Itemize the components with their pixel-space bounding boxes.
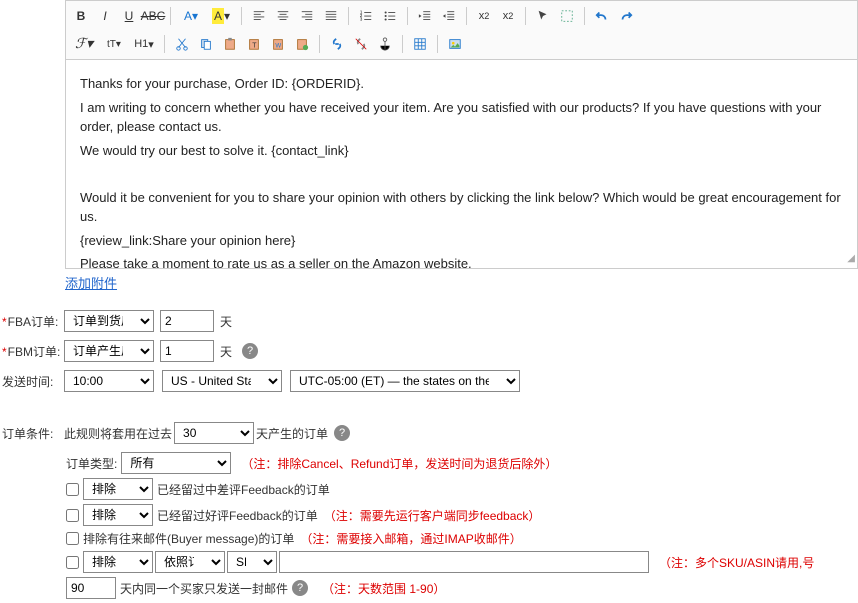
align-center-icon[interactable] — [272, 5, 294, 27]
svg-text:W: W — [275, 43, 281, 50]
cond1-text: 已经留过中差评Feedback的订单 — [157, 481, 330, 498]
fbm-trigger-select[interactable]: 订单产生后 — [64, 340, 154, 362]
svg-text:T: T — [252, 43, 257, 50]
table-icon[interactable] — [409, 33, 431, 55]
align-justify-icon[interactable] — [320, 5, 342, 27]
sendtime-time-select[interactable]: 10:00 — [64, 370, 154, 392]
editor-line: We would try our best to solve it. {cont… — [80, 141, 843, 161]
highlight-icon[interactable]: A▾ — [207, 5, 235, 27]
image-icon[interactable] — [444, 33, 466, 55]
bold-icon[interactable]: B — [70, 5, 92, 27]
outdent-icon[interactable] — [414, 5, 436, 27]
cond5-days-input[interactable] — [66, 577, 116, 599]
conditions-label: 订单条件: — [2, 425, 64, 442]
fba-days-input[interactable] — [160, 310, 214, 332]
cond3-note: （注：需要接入邮箱，通过IMAP收邮件） — [300, 530, 521, 547]
order-type-note: （注：排除Cancel、Refund订单，发送时间为退货后除外） — [241, 455, 557, 472]
font-family-icon[interactable]: ℱ▾ — [70, 33, 98, 55]
cond2-text: 已经留过好评Feedback的订单 — [157, 507, 318, 524]
fba-label: FBA订单: — [2, 313, 64, 330]
indent-icon[interactable] — [438, 5, 460, 27]
fba-unit: 天 — [220, 313, 232, 330]
editor-line: Thanks for your purchase, Order ID: {ORD… — [80, 74, 843, 94]
strike-icon[interactable]: ABC — [142, 5, 164, 27]
underline-icon[interactable]: U — [118, 5, 140, 27]
align-left-icon[interactable] — [248, 5, 270, 27]
superscript-icon[interactable]: x2 — [473, 5, 495, 27]
resize-handle-icon[interactable]: ◢ — [847, 251, 855, 266]
paste-word-icon[interactable]: W — [267, 33, 289, 55]
editor-line: {review_link:Share your opinion here} — [80, 231, 843, 251]
help-icon[interactable]: ? — [334, 425, 350, 441]
cond1-checkbox[interactable] — [66, 483, 79, 496]
rule-suffix: 天产生的订单 — [256, 425, 328, 442]
paste-text-icon[interactable]: T — [243, 33, 265, 55]
rule-prefix: 此规则将套用在过去 — [64, 425, 172, 442]
order-type-select[interactable]: 所有 — [121, 452, 231, 474]
editor-line: I am writing to concern whether you have… — [80, 98, 843, 137]
email-editor[interactable]: Thanks for your purchase, Order ID: {ORD… — [65, 59, 858, 269]
heading-icon[interactable]: H1▾ — [130, 33, 158, 55]
order-type-label: 订单类型: — [66, 455, 117, 472]
svg-text:3: 3 — [360, 16, 363, 21]
font-size-icon[interactable]: tT▾ — [100, 33, 128, 55]
fbm-label: FBM订单: — [2, 343, 64, 360]
link-icon[interactable] — [326, 33, 348, 55]
cond4-note: （注：多个SKU/ASIN请用,号 — [659, 554, 814, 571]
undo-icon[interactable] — [591, 5, 613, 27]
add-attachment-link[interactable]: 添加附件 — [65, 276, 117, 291]
list-ul-icon[interactable] — [379, 5, 401, 27]
editor-toolbar: B I U ABC A▾ A▾ 123 x2 x2 ℱ▾ tT▾ H1▾ — [65, 0, 858, 59]
cond4-checkbox[interactable] — [66, 556, 79, 569]
cond2-select[interactable]: 排除 — [83, 504, 153, 526]
cond3-text: 排除有往来邮件(Buyer message)的订单 — [83, 530, 294, 547]
sendtime-tz-select[interactable]: UTC-05:00 (ET) — the states on the Atla — [290, 370, 520, 392]
cond3-checkbox[interactable] — [66, 532, 79, 545]
unlink-icon[interactable] — [350, 33, 372, 55]
cond2-note: （注：需要先运行客户端同步feedback） — [324, 507, 541, 524]
redo-icon[interactable] — [615, 5, 637, 27]
cond4-sku-select[interactable]: SKU — [227, 551, 277, 573]
paste-icon[interactable] — [219, 33, 241, 55]
cursor-icon[interactable] — [532, 5, 554, 27]
editor-line: Please take a moment to rate us as a sel… — [80, 254, 843, 269]
fba-trigger-select[interactable]: 订单到货后 — [64, 310, 154, 332]
cut-icon[interactable] — [171, 33, 193, 55]
cond4-by-select[interactable]: 依照订单 — [155, 551, 225, 573]
sendtime-label: 发送时间: — [2, 373, 64, 390]
cond1-select[interactable]: 排除 — [83, 478, 153, 500]
select-all-icon[interactable] — [556, 5, 578, 27]
cond2-checkbox[interactable] — [66, 509, 79, 522]
list-ol-icon[interactable]: 123 — [355, 5, 377, 27]
italic-icon[interactable]: I — [94, 5, 116, 27]
rule-days-select[interactable]: 30 — [174, 422, 254, 444]
cond4-sku-input[interactable] — [279, 551, 649, 573]
help-icon[interactable]: ? — [242, 343, 258, 359]
fbm-days-input[interactable] — [160, 340, 214, 362]
align-right-icon[interactable] — [296, 5, 318, 27]
copy-icon[interactable] — [195, 33, 217, 55]
subscript-icon[interactable]: x2 — [497, 5, 519, 27]
fbm-unit: 天 — [220, 343, 232, 360]
cond4-select[interactable]: 排除 — [83, 551, 153, 573]
anchor-icon[interactable] — [374, 33, 396, 55]
paste-special-icon[interactable] — [291, 33, 313, 55]
sendtime-country-select[interactable]: US - United States — [162, 370, 282, 392]
fontcolor-icon[interactable]: A▾ — [177, 5, 205, 27]
editor-line: Would it be convenient for you to share … — [80, 188, 843, 227]
